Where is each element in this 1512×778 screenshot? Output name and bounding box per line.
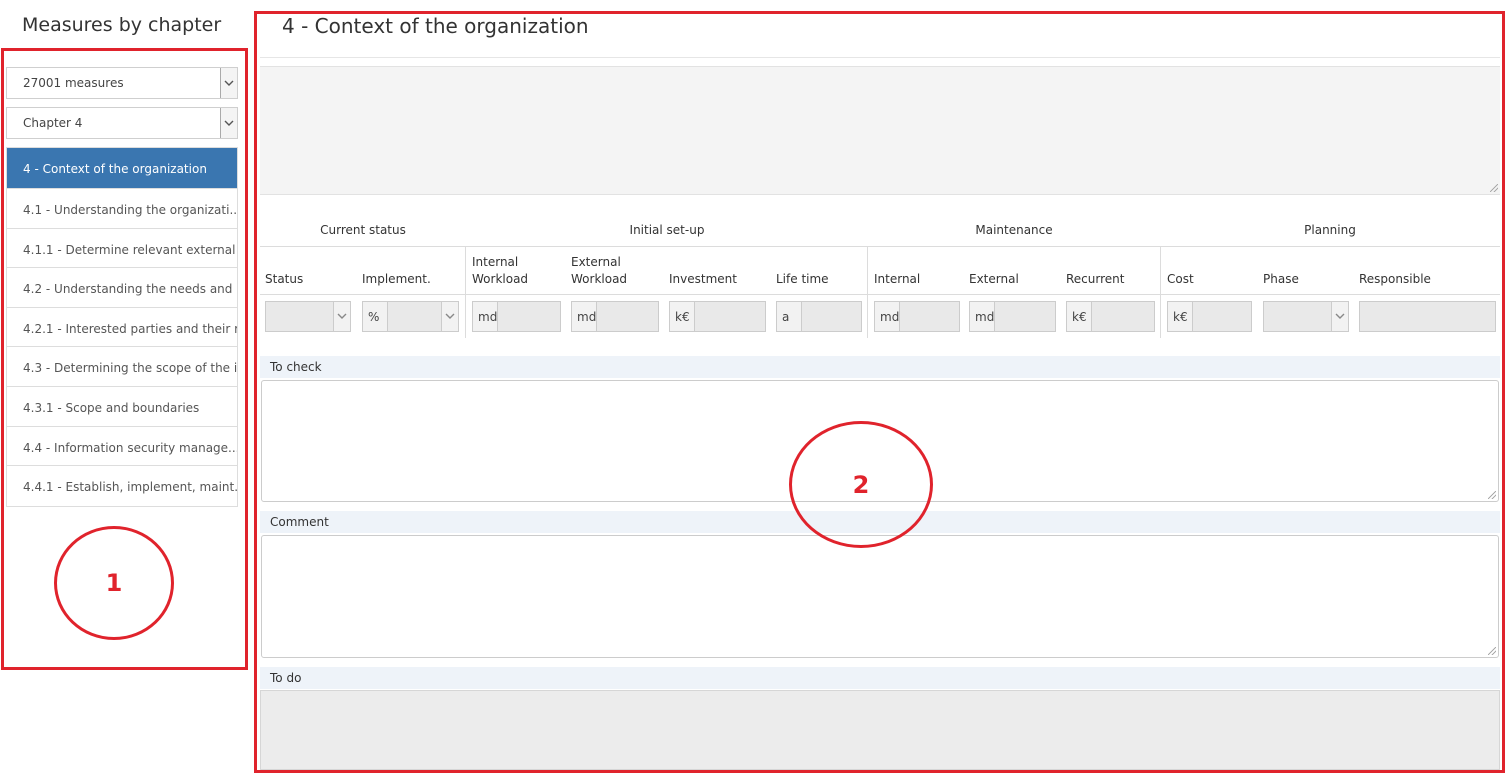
unit-label: k€ xyxy=(1067,302,1092,331)
unit-label: md xyxy=(473,302,498,331)
chevron-down-icon[interactable] xyxy=(220,108,237,138)
group-maintenance: Maintenance xyxy=(975,223,1053,237)
col-external: External xyxy=(969,272,1019,286)
unit-label: md xyxy=(875,302,900,331)
unit-label: md xyxy=(970,302,995,331)
divider xyxy=(260,57,1500,58)
divider xyxy=(260,246,1500,247)
list-item[interactable]: 4.4.1 - Establish, implement, maint... xyxy=(7,466,237,506)
list-item[interactable]: 4.3 - Determining the scope of the i... xyxy=(7,347,237,387)
annotation-circle-2: 2 xyxy=(789,421,933,548)
chevron-down-icon[interactable] xyxy=(1331,302,1348,331)
resize-grip-icon[interactable] xyxy=(1488,647,1496,655)
to-do-label: To do xyxy=(260,667,1500,689)
maintenance-internal-input[interactable]: md xyxy=(874,301,960,332)
unit-label: k€ xyxy=(670,302,695,331)
list-item[interactable]: 4.1.1 - Determine relevant external ... xyxy=(7,229,237,269)
col-recurrent: Recurrent xyxy=(1066,272,1125,286)
internal-workload-input[interactable]: md xyxy=(472,301,561,332)
responsible-input[interactable] xyxy=(1359,301,1496,332)
phase-select[interactable] xyxy=(1263,301,1349,332)
col-phase: Phase xyxy=(1263,272,1299,286)
unit-label: k€ xyxy=(1168,302,1193,331)
list-item[interactable]: 4.4 - Information security manage... xyxy=(7,427,237,467)
chevron-down-icon[interactable] xyxy=(333,302,350,331)
col-status: Status xyxy=(265,272,304,286)
divider xyxy=(1160,246,1161,338)
col-external-workload: External Workload xyxy=(571,255,628,286)
list-item[interactable]: 4.3.1 - Scope and boundaries xyxy=(7,387,237,427)
divider xyxy=(465,246,466,338)
list-item[interactable]: 4.2 - Understanding the needs and ... xyxy=(7,268,237,308)
resize-grip-icon[interactable] xyxy=(1488,491,1496,499)
to-check-label: To check xyxy=(260,356,1500,378)
divider xyxy=(867,246,868,338)
list-item[interactable]: 4.1 - Understanding the organizati... xyxy=(7,189,237,229)
cost-input[interactable]: k€ xyxy=(1167,301,1252,332)
col-cost: Cost xyxy=(1167,272,1194,286)
recurrent-input[interactable]: k€ xyxy=(1066,301,1155,332)
comment-textarea[interactable] xyxy=(261,535,1499,658)
list-item[interactable]: 4.2.1 - Interested parties and their r..… xyxy=(7,308,237,348)
col-investment: Investment xyxy=(669,272,737,286)
chevron-down-icon[interactable] xyxy=(220,68,237,98)
chevron-down-icon[interactable] xyxy=(441,302,458,331)
implement-select[interactable]: % xyxy=(362,301,459,332)
unit-label: % xyxy=(363,302,388,331)
unit-label: md xyxy=(572,302,597,331)
status-select[interactable] xyxy=(265,301,351,332)
page-title: 4 - Context of the organization xyxy=(282,14,589,38)
to-do-textarea[interactable] xyxy=(260,690,1500,770)
resize-grip-icon[interactable] xyxy=(1490,184,1498,192)
divider xyxy=(260,294,1500,295)
maintenance-external-input[interactable]: md xyxy=(969,301,1056,332)
chapter-value: Chapter 4 xyxy=(23,116,83,130)
sidebar-title: Measures by chapter xyxy=(22,14,222,36)
measure-set-select[interactable]: 27001 measures xyxy=(6,67,238,99)
col-responsible: Responsible xyxy=(1359,272,1431,286)
measure-set-value: 27001 measures xyxy=(23,76,124,90)
col-implement: Implement. xyxy=(362,272,431,286)
chapter-list: 4 - Context of the organization 4.1 - Un… xyxy=(6,147,238,507)
external-workload-input[interactable]: md xyxy=(571,301,659,332)
annotation-circle-1: 1 xyxy=(54,526,174,640)
life-time-input[interactable]: a xyxy=(776,301,862,332)
chapter-select[interactable]: Chapter 4 xyxy=(6,107,238,139)
group-current-status: Current status xyxy=(320,223,406,237)
group-planning: Planning xyxy=(1304,223,1356,237)
unit-label: a xyxy=(777,302,802,331)
description-textarea[interactable] xyxy=(260,66,1500,195)
col-internal-workload: Internal Workload xyxy=(472,255,529,286)
col-life-time: Life time xyxy=(776,272,829,286)
col-internal: Internal xyxy=(874,272,921,286)
investment-input[interactable]: k€ xyxy=(669,301,766,332)
list-item[interactable]: 4 - Context of the organization xyxy=(7,148,237,189)
group-initial-setup: Initial set-up xyxy=(629,223,705,237)
